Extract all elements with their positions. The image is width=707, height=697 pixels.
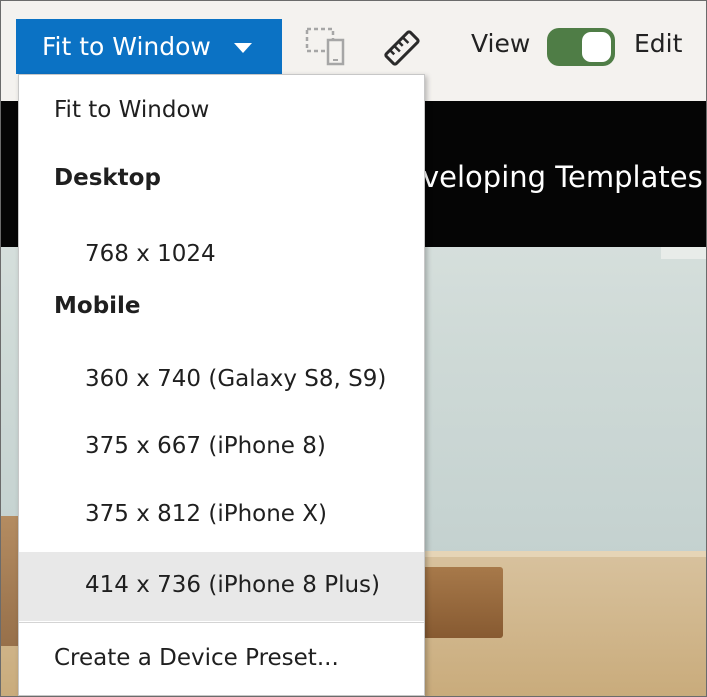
menu-header-desktop: Desktop	[54, 165, 161, 191]
preview-image-object	[1, 516, 19, 646]
view-edit-toggle[interactable]	[547, 28, 615, 66]
menu-item-375x667[interactable]: 375 x 667 (iPhone 8)	[19, 416, 424, 482]
preview-header-title: veloping Templates	[422, 160, 703, 194]
menu-item-360x740[interactable]: 360 x 740 (Galaxy S8, S9)	[19, 346, 424, 412]
menu-item-768x1024[interactable]: 768 x 1024	[19, 219, 424, 279]
device-icon[interactable]	[304, 27, 348, 67]
toolbar: Fit to Window View Edit	[1, 1, 706, 83]
fit-to-window-label: Fit to Window	[42, 32, 211, 61]
preview-strip	[661, 247, 706, 259]
menu-item-create-device-preset[interactable]: Create a Device Preset...	[19, 623, 424, 695]
page-designer-frame: veloping Templates Fit to Window View Ed…	[0, 0, 707, 697]
device-preset-menu: Fit to Window Desktop 768 x 1024 Mobile …	[18, 74, 425, 696]
caret-down-icon	[234, 43, 252, 53]
menu-item-fit-to-window[interactable]: Fit to Window	[19, 75, 424, 149]
ruler-icon[interactable]	[382, 29, 422, 67]
menu-header-mobile: Mobile	[54, 293, 141, 319]
menu-item-414x736[interactable]: 414 x 736 (iPhone 8 Plus)	[19, 552, 424, 621]
fit-to-window-dropdown-button[interactable]: Fit to Window	[16, 19, 282, 74]
edit-mode-label: Edit	[634, 29, 683, 58]
view-mode-label: View	[471, 29, 531, 58]
toggle-knob	[582, 32, 611, 62]
menu-item-375x812[interactable]: 375 x 812 (iPhone X)	[19, 484, 424, 550]
